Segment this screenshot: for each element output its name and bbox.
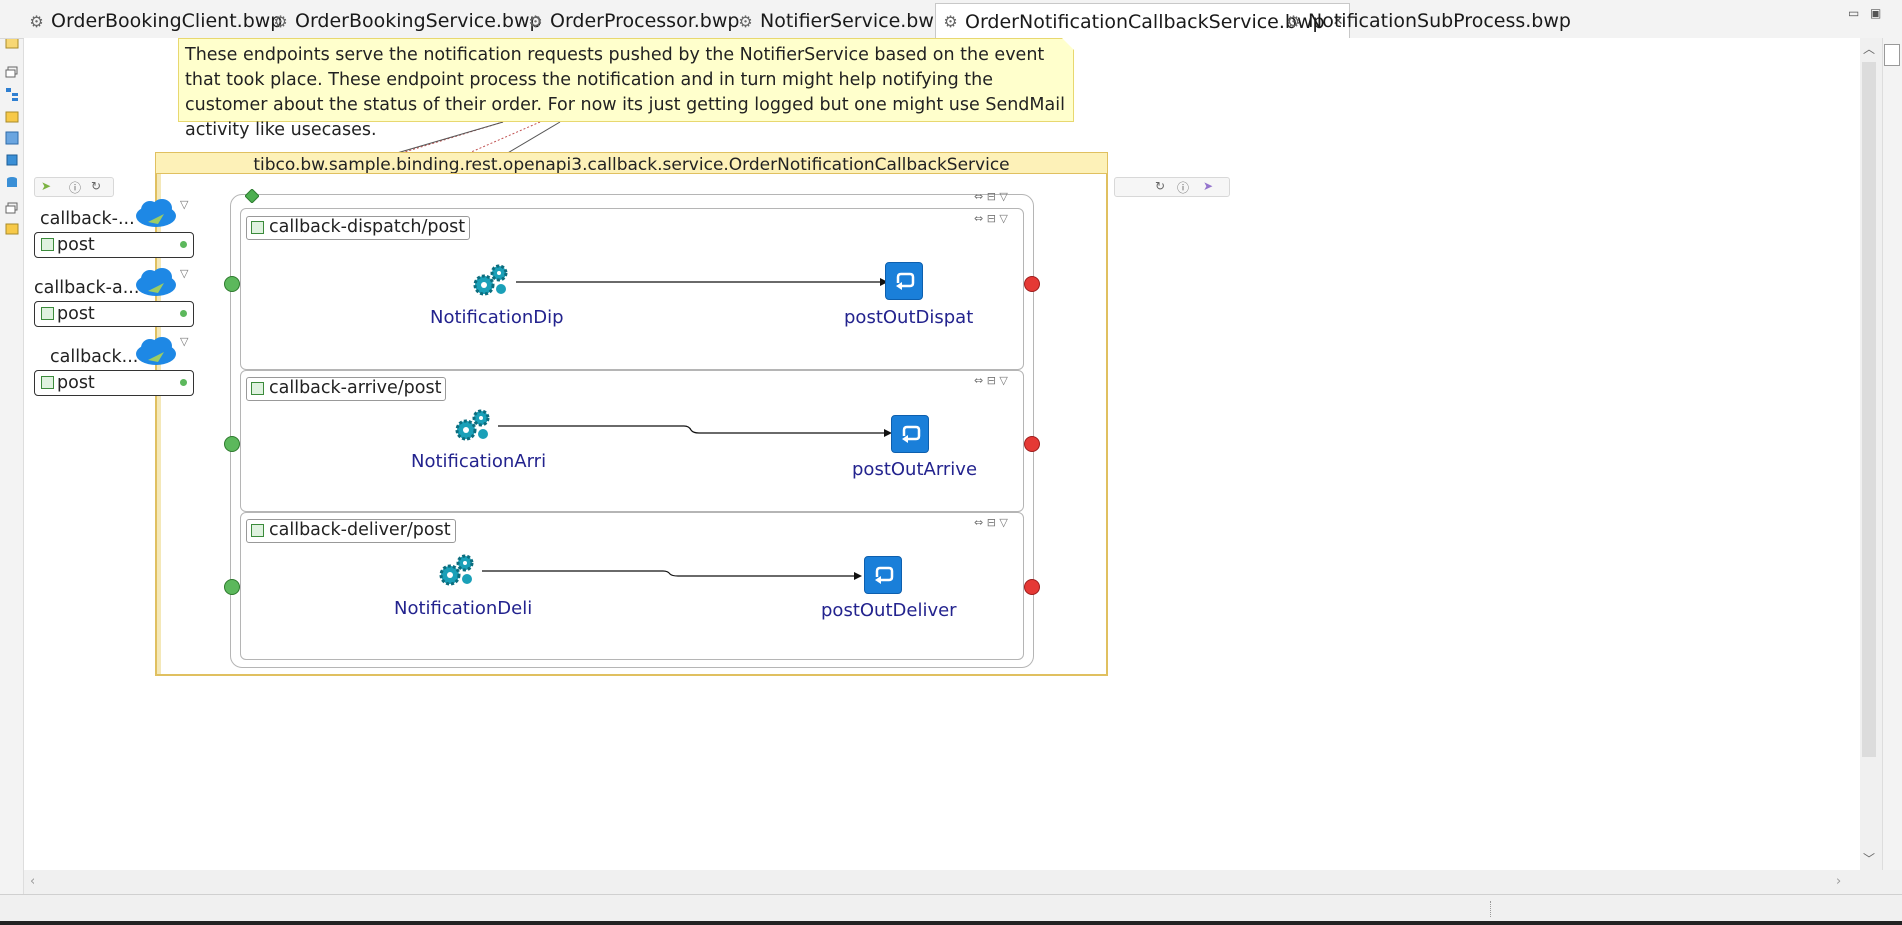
endpoint-name: callback... — [50, 347, 139, 367]
end-icon[interactable] — [1024, 276, 1040, 292]
transition-arrow[interactable] — [478, 565, 868, 583]
scope-start-icon[interactable] — [244, 188, 260, 204]
right-side-panel — [1882, 38, 1902, 870]
lane-label[interactable]: callback-arrive/post — [246, 377, 447, 401]
chevron-down-icon[interactable]: ▽ — [180, 335, 188, 348]
lane-label-text: callback-deliver/post — [269, 520, 451, 540]
activity-label: NotificationDip — [430, 307, 564, 328]
scroll-up-icon[interactable]: ︿ — [1863, 40, 1875, 57]
rest-cloud-icon[interactable] — [134, 198, 178, 228]
annotation-note[interactable]: These endpoints serve the notification r… — [178, 38, 1074, 140]
operation-icon — [41, 376, 54, 389]
reply-label: postOutDeliver — [821, 600, 957, 621]
rest-cloud-icon[interactable] — [134, 267, 178, 297]
endpoint-operation[interactable]: post — [34, 232, 194, 258]
chevron-down-icon[interactable]: ▽ — [180, 267, 188, 280]
arrow-icon: ➤ — [1203, 179, 1214, 193]
start-icon[interactable] — [224, 276, 240, 292]
operation-label: post — [57, 304, 95, 324]
start-icon[interactable] — [224, 579, 240, 595]
scroll-down-icon[interactable]: ﹀ — [1863, 850, 1875, 867]
gears-activity-icon[interactable] — [436, 551, 476, 591]
window-bottom-edge — [0, 921, 1902, 925]
operation-icon — [251, 382, 264, 395]
refresh-icon: ↻ — [1155, 179, 1166, 193]
endpoint-operation[interactable]: post — [34, 370, 194, 396]
lane-label[interactable]: callback-dispatch/post — [246, 216, 471, 240]
note-fold-corner — [1062, 38, 1074, 50]
activity-label: NotificationArri — [411, 451, 547, 472]
chevron-down-icon[interactable]: ▽ — [180, 198, 188, 211]
endpoint-name: callback-a... — [34, 278, 140, 298]
info-icon: ⓘ — [1177, 181, 1190, 195]
status-dot — [180, 379, 187, 386]
transition-arrow[interactable] — [494, 420, 894, 438]
info-icon: ⓘ — [69, 181, 82, 195]
operation-label: post — [57, 373, 95, 393]
reply-label: postOutDispat — [844, 307, 974, 328]
operation-icon — [41, 307, 54, 320]
reply-icon[interactable] — [885, 262, 923, 300]
lane-controls[interactable]: ⇔ ⊟ ▽ — [974, 212, 1008, 225]
gears-activity-icon[interactable] — [470, 261, 510, 301]
operation-icon — [41, 238, 54, 251]
gears-activity-icon[interactable] — [452, 406, 492, 446]
reply-icon[interactable] — [891, 415, 929, 453]
end-icon[interactable] — [1024, 436, 1040, 452]
lane-label-text: callback-arrive/post — [269, 378, 442, 398]
reply-label: postOutArrive — [852, 459, 978, 480]
horizontal-scrollbar[interactable] — [24, 870, 1860, 894]
reply-icon[interactable] — [864, 556, 902, 594]
rest-cloud-icon[interactable] — [134, 336, 178, 366]
scope-controls[interactable]: ⇔ ⊟ ▽ — [974, 190, 1008, 203]
left-service-palette[interactable]: ➤ ⓘ ↻ — [34, 177, 114, 197]
start-icon[interactable] — [224, 436, 240, 452]
operation-icon — [251, 221, 264, 234]
end-icon[interactable] — [1024, 579, 1040, 595]
vertical-scroll-thumb[interactable] — [1862, 62, 1876, 757]
lane-controls[interactable]: ⇔ ⊟ ▽ — [974, 516, 1008, 529]
transition-arrow[interactable] — [510, 275, 890, 289]
service-title: tibco.bw.sample.binding.rest.openapi3.ca… — [155, 152, 1108, 174]
status-bar — [0, 894, 1902, 923]
scroll-right-icon[interactable]: › — [1836, 874, 1841, 889]
right-reference-palette[interactable]: ↻ ⓘ ➤ — [1114, 177, 1230, 197]
endpoint-name: callback-... — [40, 209, 135, 229]
service-title-text: tibco.bw.sample.binding.rest.openapi3.ca… — [253, 155, 1010, 174]
panel-toggle-icon[interactable] — [1884, 44, 1900, 66]
operation-label: post — [57, 235, 95, 255]
operation-icon — [251, 524, 264, 537]
arrow-icon: ➤ — [41, 179, 52, 193]
scroll-left-icon[interactable]: ‹ — [30, 874, 35, 889]
lane-controls[interactable]: ⇔ ⊟ ▽ — [974, 374, 1008, 387]
status-dot — [180, 241, 187, 248]
status-dot — [180, 310, 187, 317]
activity-label: NotificationDeli — [394, 598, 533, 619]
refresh-icon: ↻ — [91, 179, 102, 193]
lane-label[interactable]: callback-deliver/post — [246, 519, 456, 543]
status-divider — [1490, 901, 1492, 917]
lane-label-text: callback-dispatch/post — [269, 217, 466, 237]
endpoint-operation[interactable]: post — [34, 301, 194, 327]
